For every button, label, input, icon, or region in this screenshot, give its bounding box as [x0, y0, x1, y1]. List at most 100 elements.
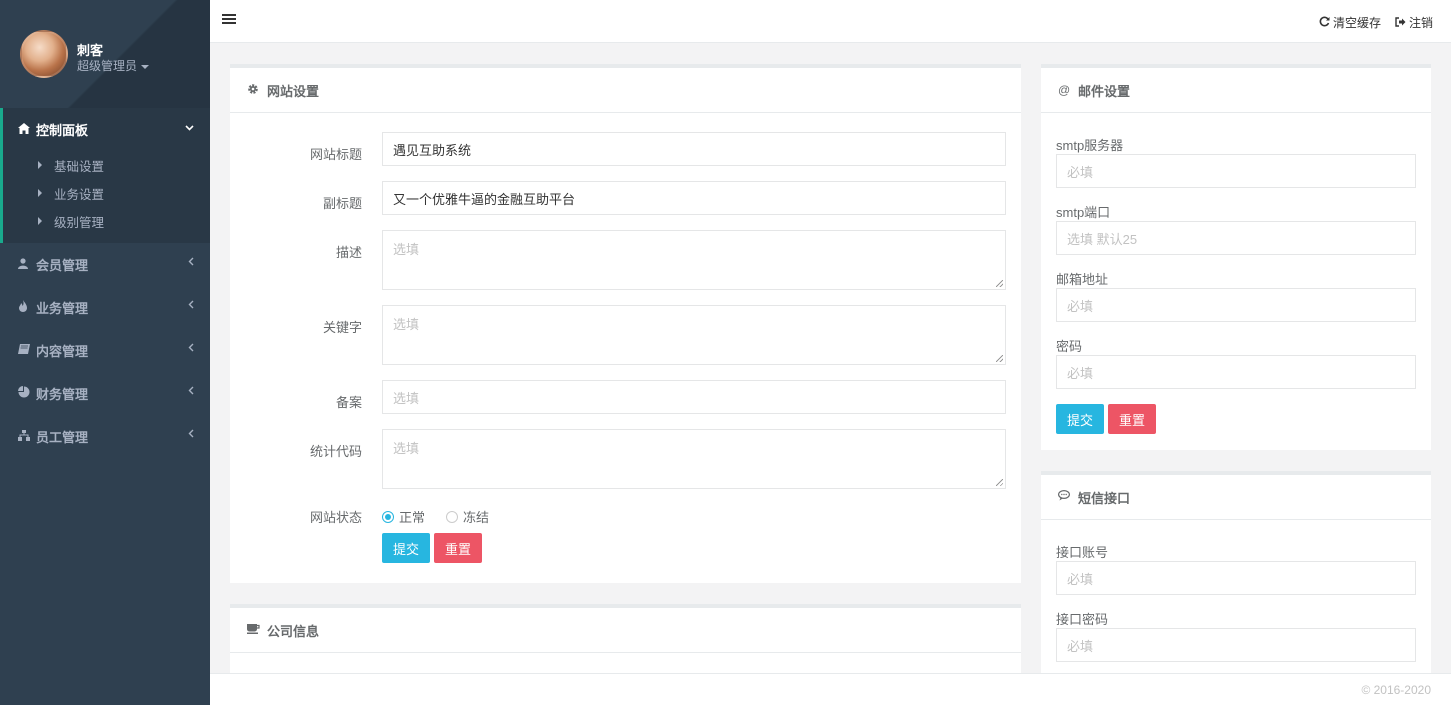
panel-title: 网站设置: [267, 83, 320, 99]
caret-right-icon: [38, 217, 42, 225]
sub-item-basic-settings[interactable]: 基础设置: [3, 151, 210, 179]
nav-item-business[interactable]: 业务管理: [0, 286, 210, 329]
logout-label: 注销: [1408, 16, 1433, 30]
mail-submit-button[interactable]: 提交: [1056, 404, 1104, 434]
nav-item-content[interactable]: 内容管理: [0, 329, 210, 372]
smtp-port-input[interactable]: 选填 默认25: [1056, 221, 1416, 255]
menu-toggle-icon[interactable]: [222, 14, 236, 26]
stats-code-textarea[interactable]: 选填: [382, 429, 1006, 489]
panel-header: 网站设置: [230, 68, 1021, 113]
book-icon: [18, 344, 36, 357]
top-navbar: 清空缓存 注销: [210, 0, 1451, 43]
copyright-text: © 2016-2020: [1361, 683, 1431, 697]
mail-settings-panel: @ 邮件设置 smtp服务器 必填 smtp端口 选填 默认25 邮箱地址 必填…: [1041, 64, 1431, 450]
site-title-label: 网站标题: [309, 147, 362, 162]
subtitle-input[interactable]: 又一个优雅牛逼的金融互助平台: [382, 181, 1006, 215]
caret-down-icon: [141, 64, 150, 69]
icp-label: 备案: [335, 395, 362, 410]
company-info-panel: 公司信息: [230, 604, 1021, 684]
nav-item-label: 业务管理: [36, 301, 89, 316]
subtitle-label: 副标题: [322, 196, 362, 211]
sub-item-level-management[interactable]: 级别管理: [3, 207, 210, 235]
chevron-down-icon: [185, 122, 194, 134]
sms-account-input[interactable]: 必填: [1056, 561, 1416, 595]
refresh-icon: [1319, 16, 1330, 30]
sidebar: 刺客 超级管理员 控制面板 基础设置 业务设置 级别管理 会员管理 业务管理 内…: [0, 0, 210, 705]
sub-item-label: 业务设置: [54, 187, 105, 202]
profile-panel: 刺客 超级管理员: [0, 0, 210, 108]
sub-item-label: 基础设置: [54, 159, 105, 174]
panel-title: 公司信息: [267, 623, 320, 639]
pie-chart-icon: [18, 386, 36, 401]
chevron-left-icon: [188, 300, 194, 312]
radio-checked: [382, 510, 394, 523]
radio-label: 冻结: [463, 510, 490, 525]
sms-interface-panel: 短信接口 接口账号 必填 接口密码 必填: [1041, 471, 1431, 684]
status-radio-normal[interactable]: 正常: [382, 507, 425, 526]
caret-right-icon: [38, 189, 42, 197]
sub-item-label: 级别管理: [54, 215, 105, 230]
chevron-left-icon: [188, 386, 194, 398]
clear-cache-link[interactable]: 清空缓存: [1319, 14, 1381, 31]
panel-header: @ 邮件设置: [1041, 68, 1431, 113]
site-submit-button[interactable]: 提交: [382, 533, 430, 563]
description-textarea[interactable]: 选填: [382, 230, 1006, 290]
panel-title: 邮件设置: [1078, 83, 1131, 99]
coffee-icon: [247, 623, 267, 637]
nav-item-label: 会员管理: [36, 258, 89, 273]
footer: © 2016-2020: [210, 673, 1451, 705]
site-status-label: 网站状态: [309, 510, 362, 525]
stats-code-label: 统计代码: [309, 444, 362, 459]
icp-input[interactable]: 选填: [382, 380, 1006, 414]
keywords-textarea[interactable]: 选填: [382, 305, 1006, 365]
mail-password-label: 密码: [1056, 339, 1083, 354]
email-address-label: 邮箱地址: [1056, 272, 1109, 287]
radio-label: 正常: [399, 510, 426, 525]
smtp-server-input[interactable]: 必填: [1056, 154, 1416, 188]
caret-right-icon: [38, 161, 42, 169]
nav-item-staff[interactable]: 员工管理: [0, 415, 210, 458]
mail-reset-button[interactable]: 重置: [1108, 404, 1156, 434]
nav-item-label: 员工管理: [36, 430, 89, 445]
panel-header: 短信接口: [1041, 475, 1431, 520]
chevron-left-icon: [188, 257, 194, 269]
panel-title: 短信接口: [1078, 490, 1131, 506]
site-reset-button[interactable]: 重置: [434, 533, 482, 563]
fire-icon: [18, 300, 36, 315]
logout-link[interactable]: 注销: [1395, 14, 1433, 31]
nav-group-dashboard: 控制面板 基础设置 业务设置 级别管理: [0, 108, 210, 243]
sms-password-label: 接口密码: [1056, 612, 1109, 627]
nav-item-finance[interactable]: 财务管理: [0, 372, 210, 415]
smtp-port-label: smtp端口: [1056, 205, 1111, 220]
user-role: 超级管理员: [77, 59, 138, 73]
clear-cache-label: 清空缓存: [1332, 16, 1381, 30]
user-icon: [18, 257, 36, 272]
home-icon: [18, 122, 36, 137]
radio-unchecked: [446, 510, 458, 523]
comment-icon: [1057, 489, 1078, 504]
keywords-label: 关键字: [322, 320, 362, 335]
nav-item-label: 财务管理: [36, 387, 89, 402]
top-actions: 清空缓存 注销: [1319, 14, 1433, 31]
smtp-server-label: smtp服务器: [1056, 138, 1124, 153]
chevron-left-icon: [188, 429, 194, 441]
sitemap-icon: [18, 429, 36, 444]
sign-out-icon: [1395, 16, 1406, 30]
sub-item-business-settings[interactable]: 业务设置: [3, 179, 210, 207]
nav-item-members[interactable]: 会员管理: [0, 243, 210, 286]
panel-header: 公司信息: [230, 608, 1021, 653]
site-settings-panel: 网站设置 网站标题 遇见互助系统 副标题 又一个优雅牛逼的金融互助平台 描述 选…: [230, 64, 1021, 583]
user-role-dropdown[interactable]: 超级管理员: [77, 57, 150, 74]
nav-item-dashboard[interactable]: 控制面板: [3, 108, 210, 151]
status-radio-frozen[interactable]: 冻结: [446, 507, 489, 526]
avatar[interactable]: [20, 30, 68, 78]
chevron-left-icon: [188, 343, 194, 355]
mail-password-input[interactable]: 必填: [1056, 355, 1416, 389]
description-label: 描述: [335, 245, 362, 260]
at-icon: @: [1058, 83, 1071, 97]
sms-account-label: 接口账号: [1056, 545, 1109, 560]
sms-password-input[interactable]: 必填: [1056, 628, 1416, 662]
email-address-input[interactable]: 必填: [1056, 288, 1416, 322]
site-title-input[interactable]: 遇见互助系统: [382, 132, 1006, 166]
gear-icon: [247, 83, 267, 98]
